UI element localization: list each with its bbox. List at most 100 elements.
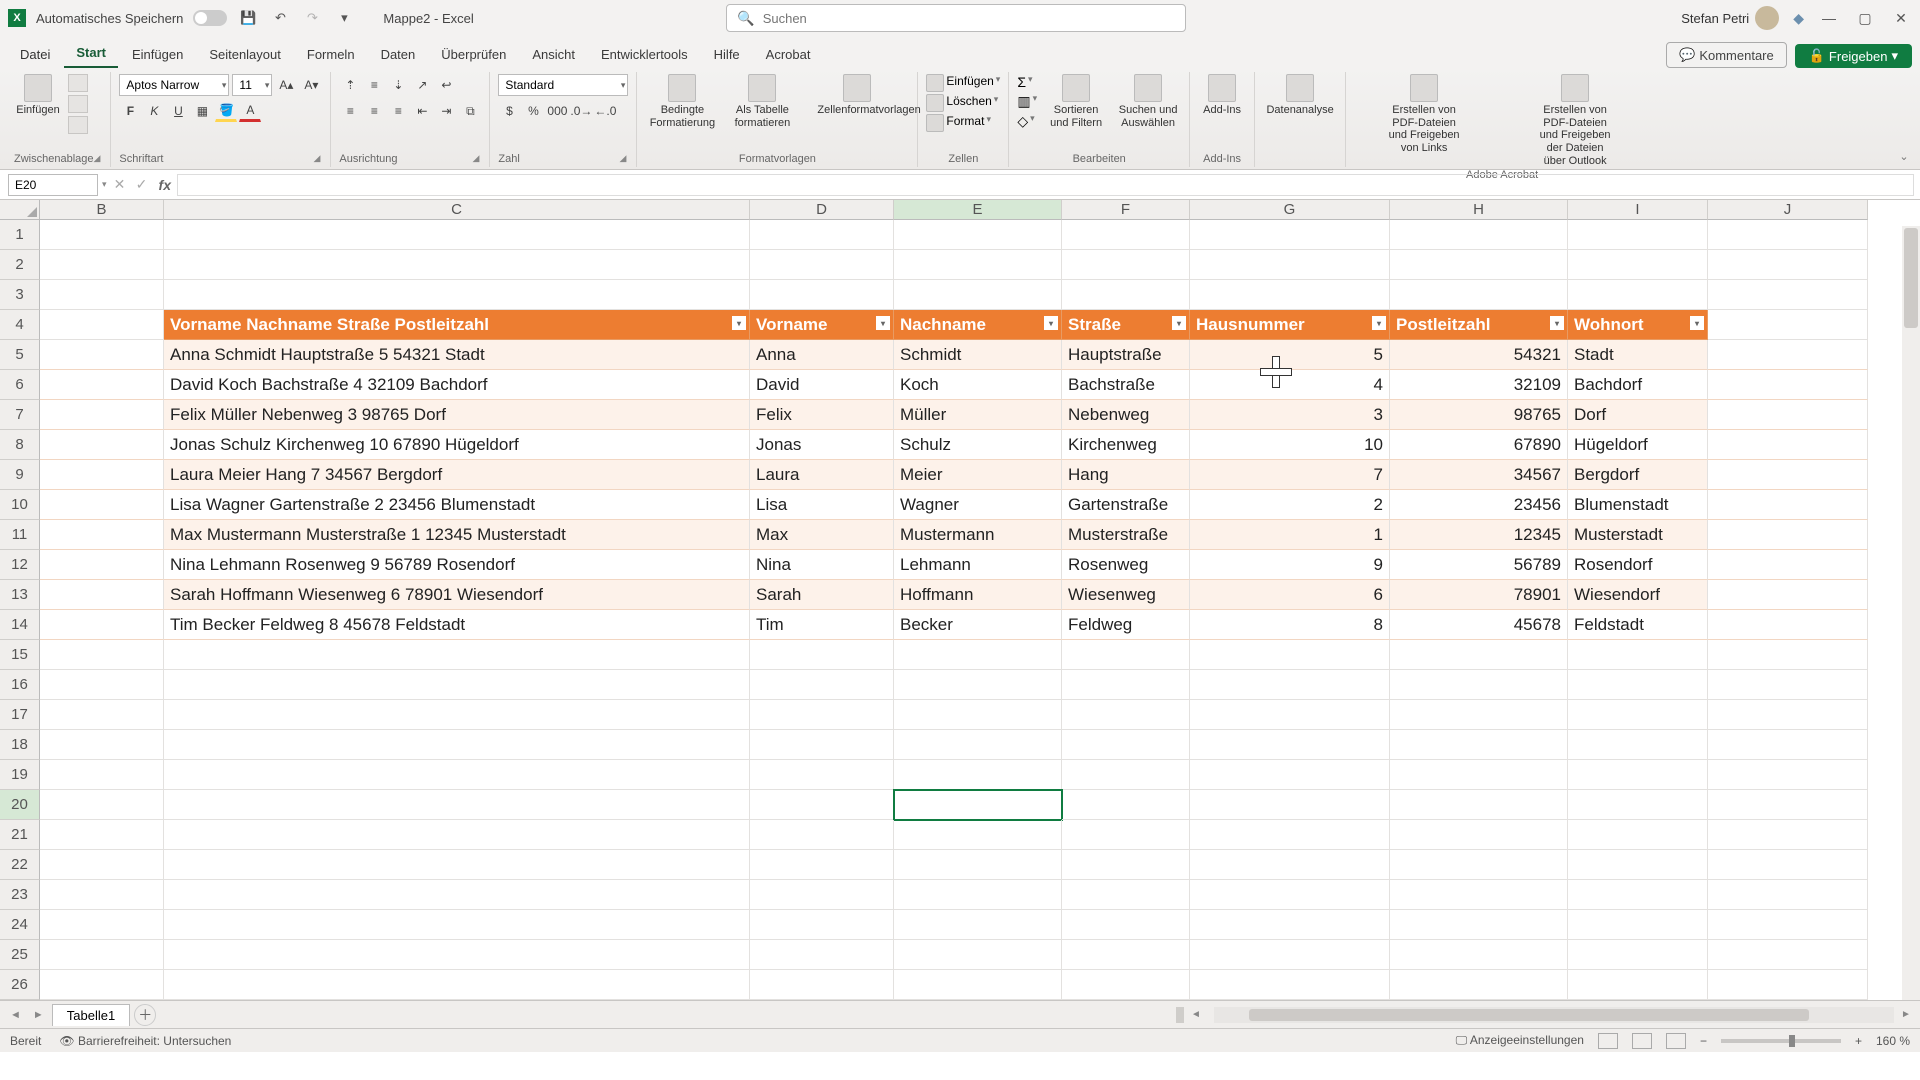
row-header-16[interactable]: 16 (0, 670, 40, 700)
cell[interactable] (1062, 880, 1190, 910)
minimize-icon[interactable]: ― (1818, 10, 1840, 26)
cell[interactable] (750, 850, 894, 880)
hscroll-right-icon[interactable]: ► (1898, 1009, 1914, 1020)
vertical-scrollbar[interactable] (1902, 226, 1920, 1000)
cell[interactable]: Blumenstadt (1568, 490, 1708, 520)
cell[interactable]: Anna Schmidt Hauptstraße 5 54321 Stadt (164, 340, 750, 370)
col-header-J[interactable]: J (1708, 200, 1868, 220)
enter-formula-icon[interactable]: ✓ (131, 176, 153, 193)
cell[interactable]: Max Mustermann Musterstraße 1 12345 Must… (164, 520, 750, 550)
cell[interactable]: Bachstraße (1062, 370, 1190, 400)
cell[interactable] (164, 940, 750, 970)
increase-font-icon[interactable]: A▴ (275, 74, 297, 96)
row-header-22[interactable]: 22 (0, 850, 40, 880)
cell[interactable] (164, 790, 750, 820)
autosum-icon[interactable]: Σ (1017, 74, 1026, 90)
cell[interactable] (40, 220, 164, 250)
cell[interactable] (750, 940, 894, 970)
cell[interactable]: Nachname▾ (894, 310, 1062, 340)
tab-acrobat[interactable]: Acrobat (754, 41, 823, 68)
cell[interactable] (894, 730, 1062, 760)
cell[interactable] (164, 700, 750, 730)
save-icon[interactable]: 💾 (237, 7, 259, 29)
cell[interactable]: Bergdorf (1568, 460, 1708, 490)
cell[interactable] (750, 910, 894, 940)
cell[interactable] (40, 760, 164, 790)
cell[interactable]: Sarah (750, 580, 894, 610)
cell[interactable] (1062, 970, 1190, 1000)
cell[interactable]: Lisa Wagner Gartenstraße 2 23456 Blumens… (164, 490, 750, 520)
cell[interactable] (1390, 670, 1568, 700)
row-header-7[interactable]: 7 (0, 400, 40, 430)
add-sheet-button[interactable]: ＋ (134, 1004, 156, 1026)
cell[interactable]: Felix (750, 400, 894, 430)
cell[interactable] (40, 610, 164, 640)
cell[interactable] (1708, 280, 1868, 310)
cell[interactable] (1190, 850, 1390, 880)
percent-icon[interactable]: % (522, 100, 544, 122)
col-header-I[interactable]: I (1568, 200, 1708, 220)
cell[interactable]: Hauptstraße (1062, 340, 1190, 370)
delete-cells-icon[interactable] (926, 94, 944, 112)
align-left-icon[interactable]: ≡ (339, 100, 361, 122)
zoom-thumb[interactable] (1789, 1035, 1795, 1047)
cell[interactable] (164, 820, 750, 850)
cell[interactable]: Dorf (1568, 400, 1708, 430)
cell[interactable] (1568, 940, 1708, 970)
cell[interactable] (1708, 910, 1868, 940)
cell[interactable] (40, 820, 164, 850)
display-settings[interactable]: 🖵 Anzeigeeinstellungen (1456, 1033, 1584, 1048)
pdf-share-link-button[interactable]: Erstellen von PDF-Dateien und Freigeben … (1354, 74, 1494, 155)
cell[interactable] (40, 580, 164, 610)
cell[interactable]: 10 (1190, 430, 1390, 460)
cell[interactable] (40, 670, 164, 700)
cell[interactable] (894, 640, 1062, 670)
cell[interactable] (1568, 910, 1708, 940)
cell[interactable] (1390, 880, 1568, 910)
insert-cells-icon[interactable] (926, 74, 944, 92)
cell[interactable]: 1 (1190, 520, 1390, 550)
cell[interactable]: 32109 (1390, 370, 1568, 400)
row-header-3[interactable]: 3 (0, 280, 40, 310)
cell[interactable] (1708, 580, 1868, 610)
cell[interactable] (1568, 670, 1708, 700)
cell[interactable]: Hausnummer▾ (1190, 310, 1390, 340)
sheet-nav-next-icon[interactable]: ► (29, 1009, 48, 1021)
filter-dropdown-icon[interactable]: ▾ (876, 316, 890, 330)
row-header-5[interactable]: 5 (0, 340, 40, 370)
copy-icon[interactable] (68, 95, 88, 113)
zoom-out-icon[interactable]: − (1700, 1034, 1707, 1048)
cell[interactable] (40, 880, 164, 910)
cell[interactable] (1708, 730, 1868, 760)
cell[interactable]: Sarah Hoffmann Wiesenweg 6 78901 Wiesend… (164, 580, 750, 610)
cell[interactable] (1190, 940, 1390, 970)
analyze-data-button[interactable]: Datenanalyse (1263, 74, 1337, 116)
share-button[interactable]: 🔓 Freigeben ▾ (1795, 44, 1912, 68)
decrease-font-icon[interactable]: A▾ (300, 74, 322, 96)
cell[interactable] (750, 280, 894, 310)
maximize-icon[interactable]: ▢ (1854, 10, 1876, 27)
cell[interactable] (40, 520, 164, 550)
cell[interactable]: Nina Lehmann Rosenweg 9 56789 Rosendorf (164, 550, 750, 580)
cell[interactable]: Mustermann (894, 520, 1062, 550)
col-header-D[interactable]: D (750, 200, 894, 220)
cell[interactable]: Jonas Schulz Kirchenweg 10 67890 Hügeldo… (164, 430, 750, 460)
cell[interactable] (750, 250, 894, 280)
diamond-icon[interactable]: ◆ (1793, 10, 1804, 27)
cell[interactable]: Jonas (750, 430, 894, 460)
cell[interactable] (1708, 790, 1868, 820)
tab-file[interactable]: Datei (8, 41, 62, 68)
cell[interactable] (1190, 820, 1390, 850)
col-header-H[interactable]: H (1390, 200, 1568, 220)
alignment-launcher-icon[interactable]: ◢ (473, 153, 482, 164)
wrap-text-icon[interactable]: ↩ (435, 74, 457, 96)
comments-button[interactable]: 💬 Kommentare (1666, 42, 1787, 68)
cell[interactable] (1062, 940, 1190, 970)
cell[interactable]: Müller (894, 400, 1062, 430)
row-header-12[interactable]: 12 (0, 550, 40, 580)
cell[interactable] (1568, 700, 1708, 730)
cell[interactable]: 23456 (1390, 490, 1568, 520)
cell[interactable] (894, 940, 1062, 970)
cell[interactable] (1708, 700, 1868, 730)
cell[interactable] (894, 970, 1062, 1000)
